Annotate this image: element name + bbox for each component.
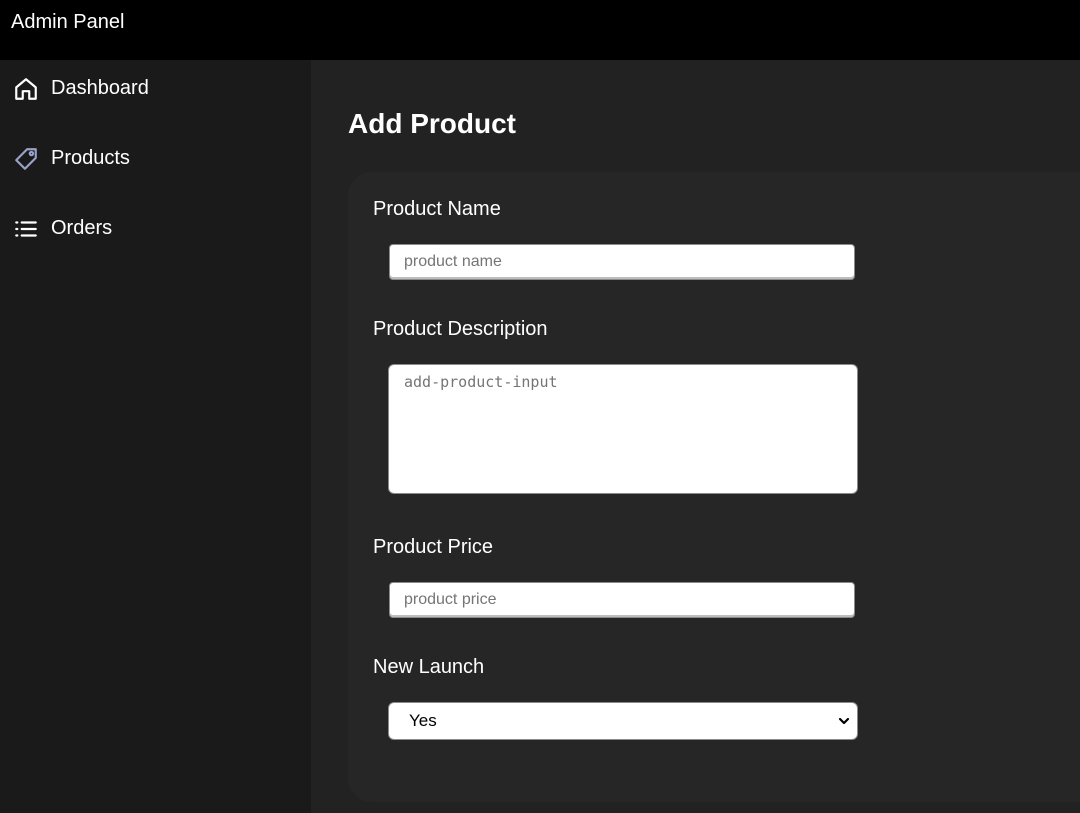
new-launch-select[interactable]: Yes (388, 702, 858, 740)
main-content: Add Product Product Name Product Descrip… (311, 60, 1080, 813)
product-price-label: Product Price (373, 536, 494, 558)
product-description-input[interactable] (388, 364, 858, 494)
sidebar: Dashboard Products Orders (0, 60, 311, 813)
sidebar-item-label: Products (51, 147, 130, 169)
chevron-down-icon (837, 714, 851, 728)
new-launch-selected-value: Yes (409, 711, 437, 730)
product-name-input[interactable] (389, 244, 855, 280)
sidebar-item-label: Orders (51, 217, 113, 239)
sidebar-item-dashboard[interactable]: Dashboard (0, 72, 311, 122)
product-name-label: Product Name (373, 198, 501, 220)
page-title: Add Product (348, 108, 516, 139)
home-icon (13, 76, 39, 102)
app-title: Admin Panel (11, 11, 125, 33)
sidebar-item-orders[interactable]: Orders (0, 212, 311, 262)
sidebar-item-label: Dashboard (51, 77, 149, 99)
sidebar-item-products[interactable]: Products (0, 142, 311, 192)
add-product-form: Product Name Product Description Product… (348, 172, 1080, 802)
product-price-input[interactable] (389, 582, 855, 618)
product-description-label: Product Description (373, 318, 548, 340)
top-bar: Admin Panel (0, 0, 1080, 60)
list-icon (13, 216, 39, 242)
new-launch-label: New Launch (373, 656, 485, 678)
tag-icon (13, 146, 39, 172)
